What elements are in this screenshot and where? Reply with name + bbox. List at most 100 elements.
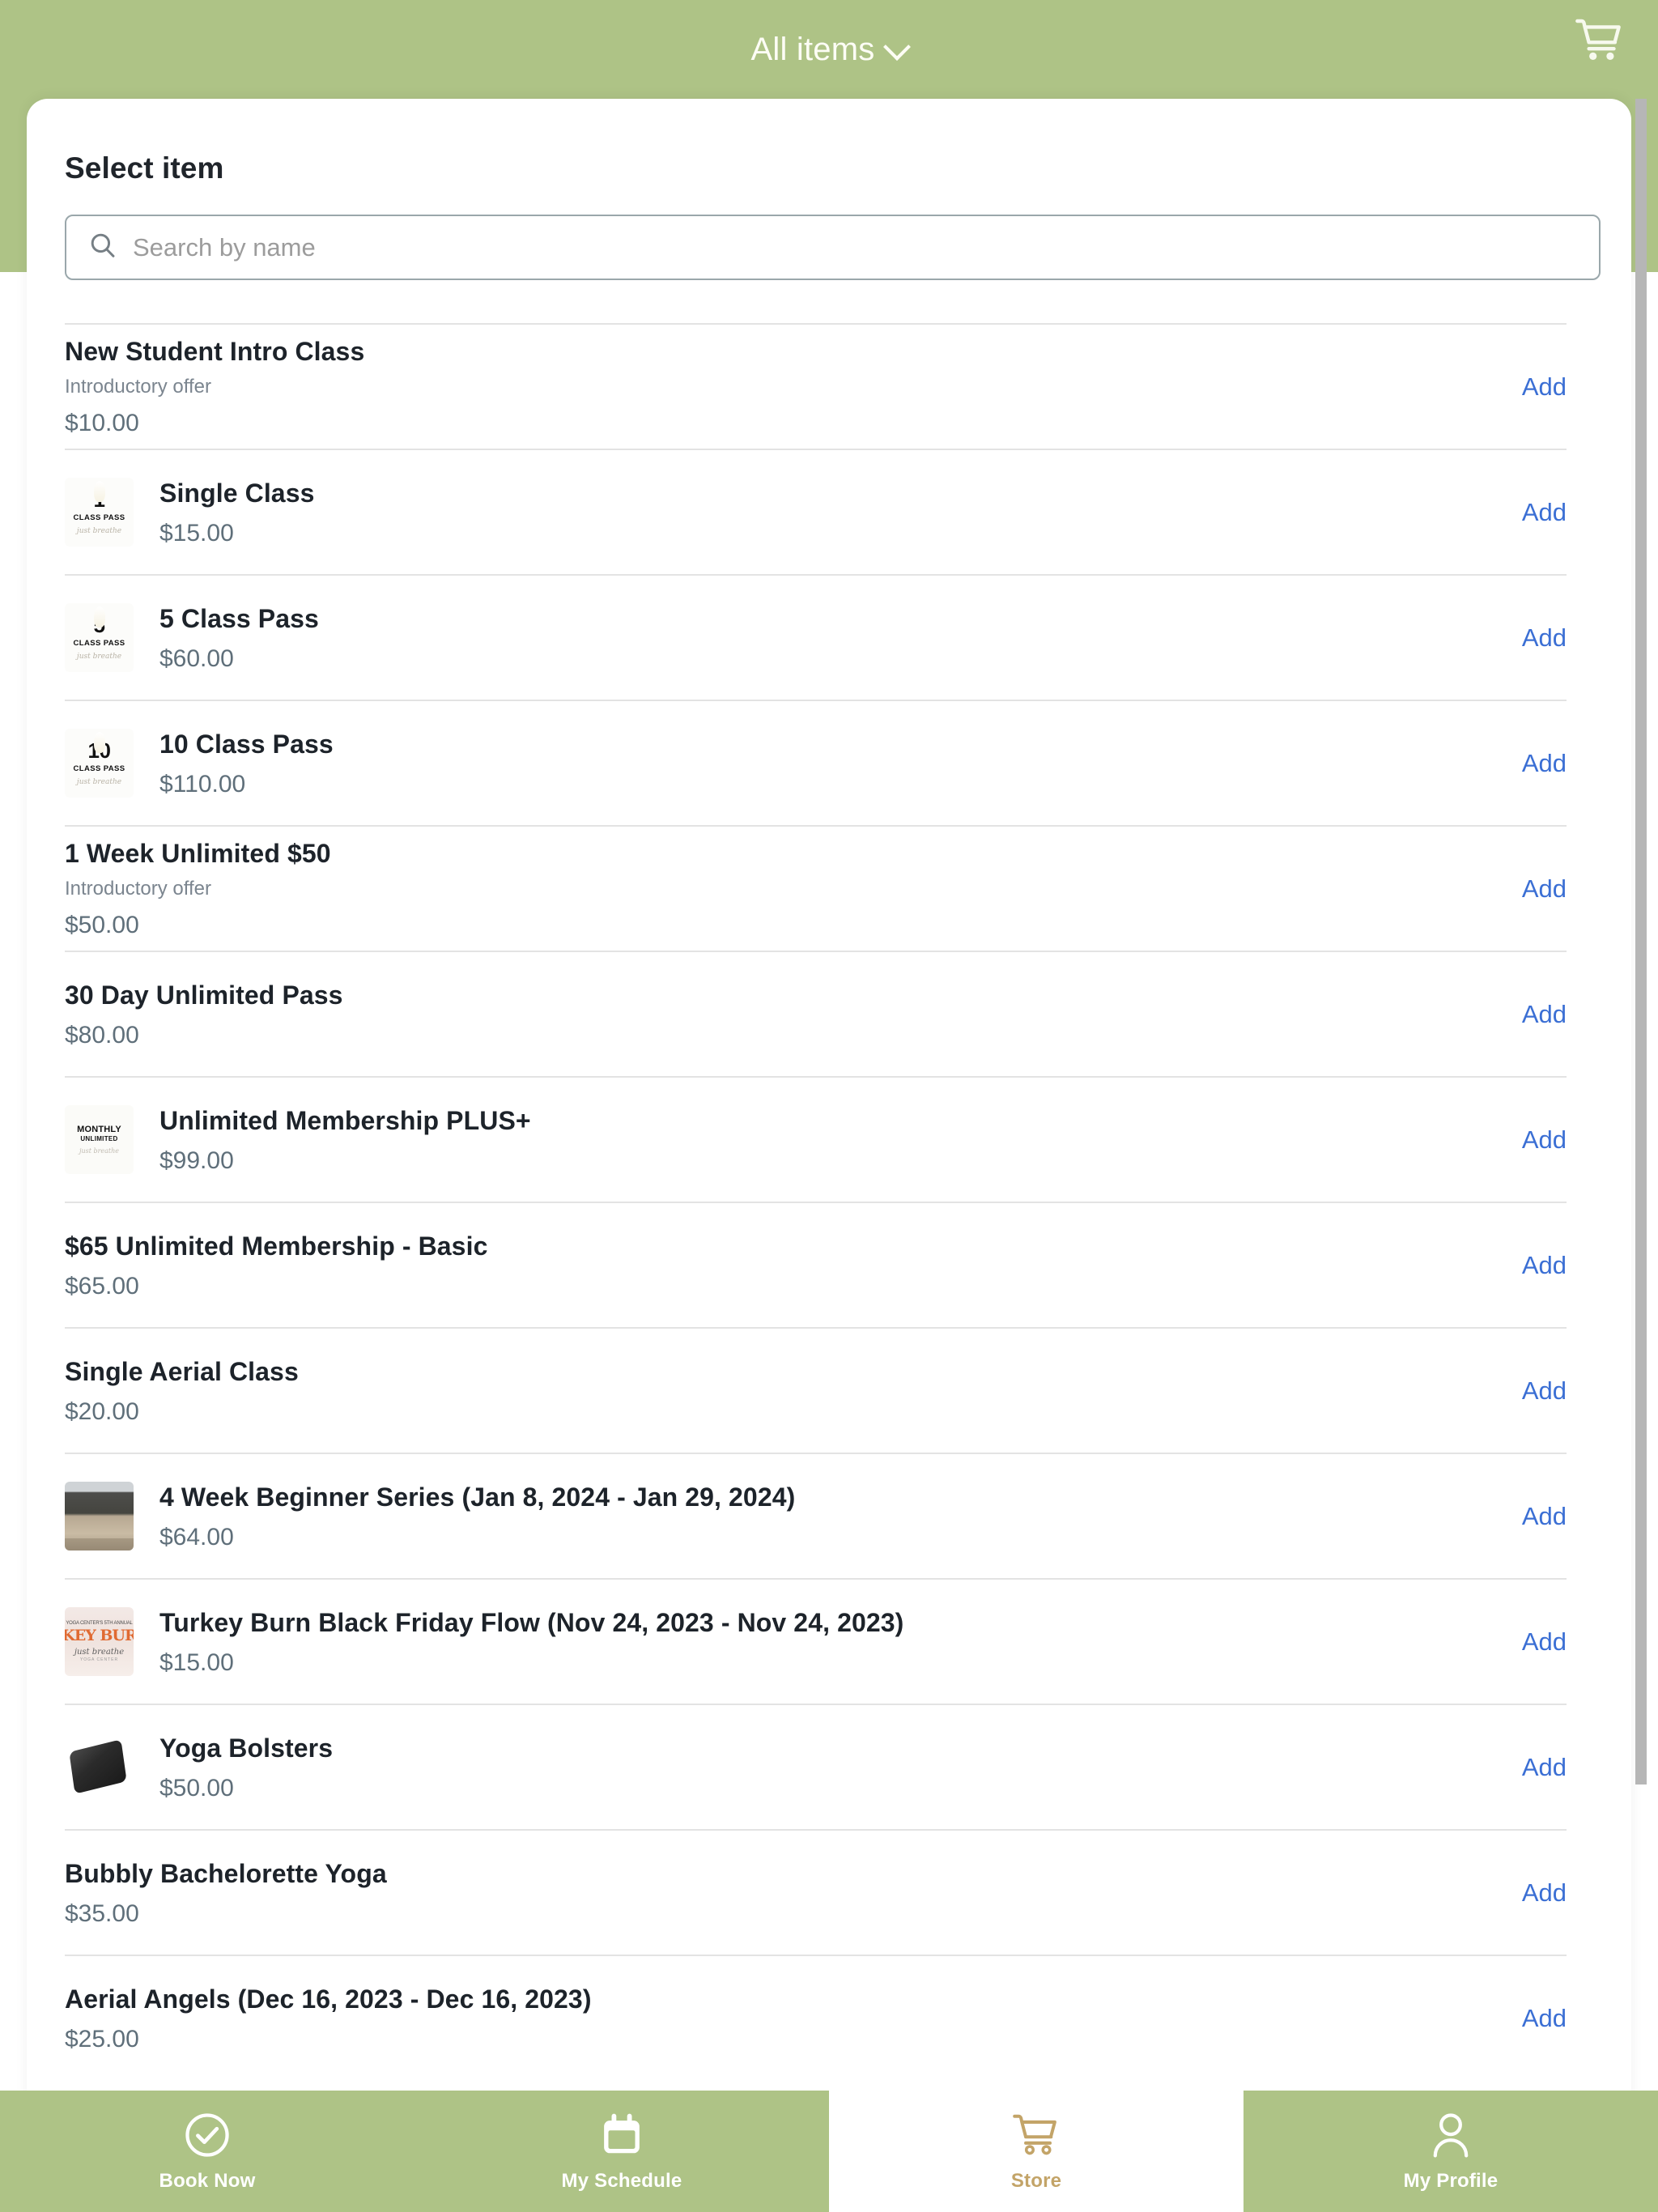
item-price: $65.00 [65,1272,139,1300]
add-item-button[interactable]: Add [1498,1376,1567,1406]
item-meta: 4 Week Beginner Series (Jan 8, 2024 - Ja… [159,1481,1498,1552]
item-name: 10 Class Pass [159,729,334,759]
item-thumbnail-bolster-photo [65,1733,134,1802]
item-thumbnail-turkey-burn: YOGA CENTER'S 5TH ANNUAL KEY BUR just brea… [65,1607,134,1676]
item-name: Single Class [159,478,315,508]
item-meta: Yoga Bolsters $50.00 [159,1732,1498,1803]
tab-label: Book Now [159,2170,256,2192]
top-bar: All items [0,0,1658,99]
item-name: Turkey Burn Black Friday Flow (Nov 24, 2… [159,1607,904,1637]
item-row[interactable]: New Student Intro Class Introductory offe… [65,323,1567,449]
item-meta: 5 Class Pass $60.00 [159,602,1498,674]
item-thumbnail-monthly-unlimited: MONTHLY UNLIMITED just breathe [65,1105,134,1174]
tab-my-profile[interactable]: My Profile [1244,2091,1658,2212]
item-meta: Single Aerial Class $20.00 [65,1355,1498,1427]
item-name: 30 Day Unlimited Pass [65,980,343,1010]
cart-icon[interactable] [1575,18,1624,67]
item-row[interactable]: $65 Unlimited Membership - Basic $65.00 Ad… [65,1202,1567,1327]
item-row[interactable]: 1 Week Unlimited $50 Introductory offer $5… [65,825,1567,951]
app-root: All items Select item New Stude [0,0,1658,2212]
item-name: Yoga Bolsters [159,1733,334,1763]
item-row[interactable]: MONTHLY UNLIMITED just breathe Unlimited Me… [65,1076,1567,1202]
bottom-tab-bar: Book Now My Schedule Store My Profile [0,2091,1658,2212]
tab-store[interactable]: Store [829,2091,1244,2212]
item-price: $15.00 [159,1648,234,1676]
chevron-down-icon [886,36,907,57]
item-name: $65 Unlimited Membership - Basic [65,1231,488,1261]
item-row[interactable]: 30 Day Unlimited Pass $80.00 Add [65,951,1567,1076]
all-items-filter-dropdown[interactable]: All items [751,32,908,68]
add-item-button[interactable]: Add [1498,623,1567,653]
item-price: $10.00 [65,409,139,436]
item-price: $20.00 [65,1397,139,1425]
add-item-button[interactable]: Add [1498,2004,1567,2033]
search-icon [89,232,117,263]
calendar-icon [599,2110,644,2160]
add-item-button[interactable]: Add [1498,1627,1567,1657]
item-row[interactable]: 1 CLASS PASS just breathe Single Class $15.0… [65,449,1567,574]
search-field[interactable] [65,215,1601,280]
item-row[interactable]: 5 CLASS PASS just breathe 5 Class Pass $60.0… [65,574,1567,700]
item-price: $15.00 [159,519,234,547]
vertical-scrollbar[interactable] [1635,99,1647,2113]
item-row[interactable]: Aerial Angels (Dec 16, 2023 - Dec 16, 20… [65,1955,1567,2080]
search-input[interactable] [133,232,1576,262]
item-row[interactable]: Yoga Bolsters $50.00 Add [65,1704,1567,1829]
tab-label: Store [1010,2170,1062,2192]
item-subtitle: Introductory offer [65,376,211,398]
add-item-button[interactable]: Add [1498,498,1567,527]
item-price: $80.00 [65,1021,139,1049]
item-price: $60.00 [159,644,234,672]
item-thumbnail-beach-photo [65,1482,134,1551]
shopping-cart-icon [1013,2110,1060,2160]
add-item-button[interactable]: Add [1498,1125,1567,1155]
item-row[interactable]: 4 Week Beginner Series (Jan 8, 2024 - Ja… [65,1453,1567,1578]
item-row[interactable]: Bubbly Bachelorette Yoga $35.00 Add [65,1829,1567,1955]
item-row[interactable]: 10 CLASS PASS just breathe 10 Class Pass $11… [65,700,1567,825]
add-item-button[interactable]: Add [1498,372,1567,402]
add-item-button[interactable]: Add [1498,1878,1567,1908]
item-meta: Single Class $15.00 [159,477,1498,548]
item-meta: Bubbly Bachelorette Yoga $35.00 [65,1857,1498,1929]
item-meta: 30 Day Unlimited Pass $80.00 [65,979,1498,1050]
all-items-label: All items [750,31,875,67]
item-meta: Unlimited Membership PLUS+ $99.00 [159,1104,1498,1176]
item-row[interactable]: Single Aerial Class $20.00 Add [65,1327,1567,1453]
item-price: $25.00 [65,2025,139,2052]
item-name: 5 Class Pass [159,603,319,633]
add-item-button[interactable]: Add [1498,1753,1567,1782]
add-item-button[interactable]: Add [1498,749,1567,778]
item-thumbnail-class-pass: 5 CLASS PASS just breathe [65,603,134,672]
page-title: Select item [65,151,224,185]
tab-label: My Profile [1403,2170,1499,2192]
tab-book-now[interactable]: Book Now [0,2091,414,2212]
item-meta: Aerial Angels (Dec 16, 2023 - Dec 16, 20… [65,1983,1498,2054]
item-price: $35.00 [65,1899,139,1927]
item-price: $50.00 [65,911,139,938]
item-row[interactable]: YOGA CENTER'S 5TH ANNUAL KEY BUR just brea… [65,1578,1567,1704]
tab-label: My Schedule [561,2170,682,2192]
item-price: $110.00 [159,770,246,798]
item-thumbnail-class-pass: 1 CLASS PASS just breathe [65,478,134,547]
item-meta: 10 Class Pass $110.00 [159,728,1498,799]
item-list: New Student Intro Class Introductory offe… [65,323,1567,2080]
add-item-button[interactable]: Add [1498,1502,1567,1531]
add-item-button[interactable]: Add [1498,874,1567,904]
person-icon [1429,2110,1473,2160]
item-thumbnail-class-pass: 10 CLASS PASS just breathe [65,729,134,798]
item-meta: 1 Week Unlimited $50 Introductory offer $5… [65,837,1498,940]
scrollbar-thumb[interactable] [1635,99,1647,1784]
item-subtitle: Introductory offer [65,878,211,900]
tab-my-schedule[interactable]: My Schedule [414,2091,829,2212]
item-name: Unlimited Membership PLUS+ [159,1105,531,1135]
item-name: 4 Week Beginner Series (Jan 8, 2024 - Ja… [159,1482,796,1512]
add-item-button[interactable]: Add [1498,1000,1567,1029]
item-name: Single Aerial Class [65,1356,299,1386]
item-price: $99.00 [159,1146,234,1174]
check-circle-icon [184,2110,231,2160]
item-name: Aerial Angels (Dec 16, 2023 - Dec 16, 20… [65,1984,592,2014]
add-item-button[interactable]: Add [1498,1251,1567,1280]
item-name: Bubbly Bachelorette Yoga [65,1858,387,1888]
item-price: $50.00 [159,1774,234,1802]
item-price: $64.00 [159,1523,234,1551]
